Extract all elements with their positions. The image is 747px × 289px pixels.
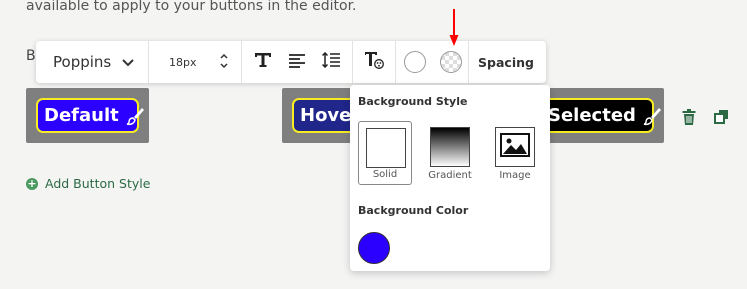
border-color-swatch [404, 51, 426, 73]
image-icon [500, 133, 530, 161]
selected-button-label: Selected [548, 105, 636, 126]
default-button-preview[interactable]: Default [36, 98, 144, 133]
background-style-swatch [440, 51, 462, 73]
font-weight-button[interactable] [246, 41, 280, 83]
background-option-gradient[interactable]: Gradient [423, 121, 477, 185]
text-color-button[interactable] [353, 41, 395, 83]
section-label-partial: B [26, 48, 36, 64]
plus-circle-icon: + [26, 176, 38, 190]
solid-label: Solid [372, 169, 398, 180]
paintbrush-icon[interactable] [642, 106, 662, 126]
font-size-value: 18px [169, 55, 197, 69]
gradient-label: Gradient [428, 170, 472, 181]
intro-text: available to apply to your buttons in th… [26, 0, 357, 14]
image-label: Image [499, 170, 531, 181]
red-arrow-annotation-icon [449, 9, 459, 51]
chevron-down-icon [122, 53, 134, 71]
toolbar-divider [241, 41, 242, 83]
text-color-icon [364, 51, 384, 73]
font-size-stepper[interactable]: 18px [149, 51, 241, 74]
default-button-label: Default [44, 105, 119, 126]
add-button-style-link[interactable]: + Add Button Style [26, 176, 150, 191]
trash-icon[interactable] [682, 109, 696, 129]
font-family-dropdown[interactable]: Poppins [36, 53, 148, 71]
border-color-button[interactable] [396, 41, 434, 83]
background-style-popover: Background Style Solid Gradient Image Ba… [350, 85, 550, 271]
font-family-value: Poppins [53, 53, 112, 71]
gradient-swatch [430, 127, 470, 167]
text-style-toolbar: Poppins 18px Spacing [36, 41, 546, 83]
up-down-arrows-icon[interactable] [219, 51, 229, 74]
line-height-button[interactable] [314, 41, 348, 83]
text-t-icon [254, 52, 272, 72]
background-option-image[interactable]: Image [488, 121, 542, 185]
background-color-swatch[interactable] [358, 232, 390, 264]
paintbrush-icon[interactable] [125, 106, 145, 126]
background-style-heading: Background Style [358, 95, 468, 108]
background-option-solid[interactable]: Solid [358, 121, 412, 185]
button-style-card-default[interactable]: Default [26, 88, 149, 143]
spacing-button[interactable]: Spacing [469, 55, 543, 70]
image-swatch [495, 127, 535, 167]
text-align-button[interactable] [280, 41, 314, 83]
solid-swatch [366, 128, 406, 168]
duplicate-icon[interactable] [714, 109, 729, 128]
selected-button-preview[interactable]: Selected [536, 98, 661, 133]
line-height-icon [321, 51, 340, 72]
button-style-card-selected[interactable]: Selected [536, 88, 664, 143]
background-color-heading: Background Color [358, 204, 469, 217]
align-left-icon [289, 53, 305, 72]
add-button-style-label: Add Button Style [45, 176, 151, 191]
